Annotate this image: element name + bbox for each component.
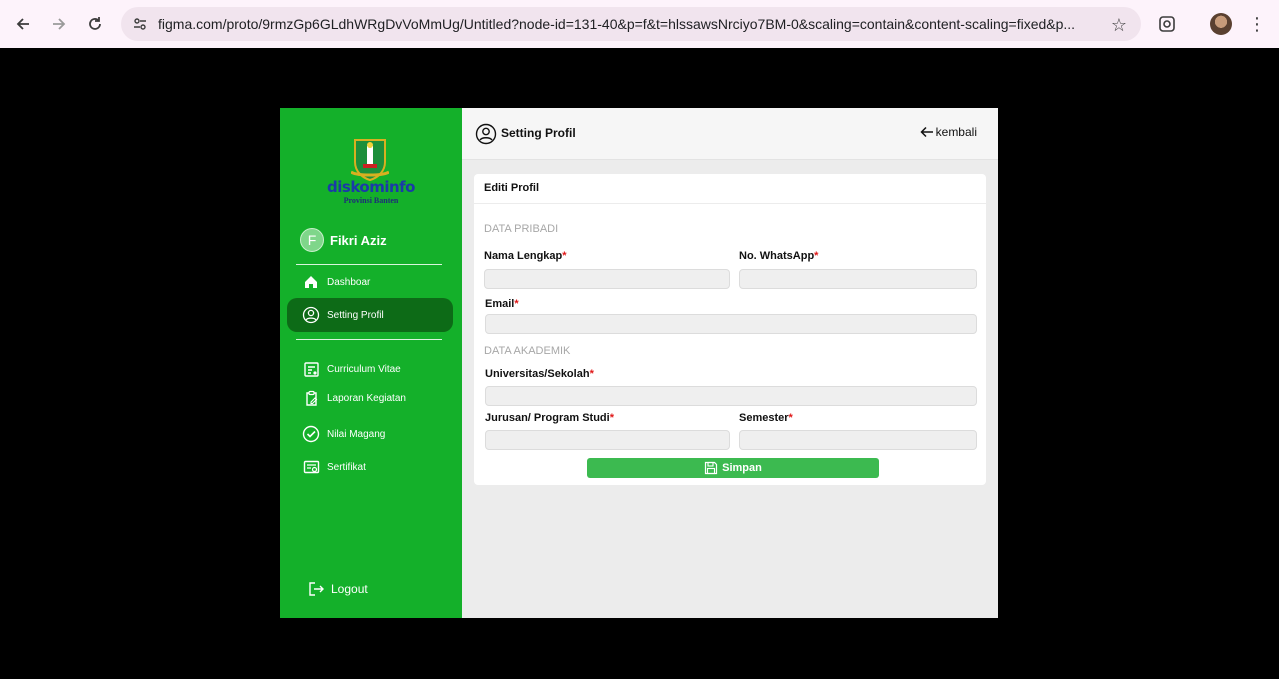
university-label-text: Universitas/Sekolah [485, 368, 590, 380]
sidebar-item-label: Nilai Magang [327, 428, 386, 440]
email-field[interactable] [485, 314, 977, 334]
full-name-label-text: Nama Lengkap [484, 250, 563, 262]
section-title-personal: DATA PRIBADI [484, 223, 559, 235]
save-button-label: Simpan [722, 462, 762, 474]
sidebar-item-sertifikat[interactable]: Sertifikat [287, 450, 453, 484]
semester-label: Semester* [739, 412, 793, 424]
edit-profile-card: Editi Profil DATA PRIBADI Nama Lengkap* … [474, 174, 986, 485]
card-header: Editi Profil [474, 174, 986, 204]
forward-arrow-icon[interactable] [47, 12, 71, 36]
url-text[interactable]: figma.com/proto/9rmzGp6GLdhWRgDvVoMmUg/U… [158, 16, 1103, 32]
sidebar-item-label: Curriculum Vitae [327, 363, 401, 375]
card-title: Editi Profil [484, 182, 539, 194]
email-label: Email* [485, 298, 519, 310]
home-icon [301, 272, 321, 292]
back-arrow-icon[interactable] [11, 12, 35, 36]
university-label: Universitas/Sekolah* [485, 368, 594, 380]
check-circle-icon [301, 424, 321, 444]
diskominfo-logo: diskominfo Provinsi Banten [325, 136, 417, 206]
sidebar-item-label: Dashboar [327, 276, 371, 288]
lens-icon[interactable] [1155, 12, 1179, 36]
major-label-text: Jurusan/ Program Studi [485, 412, 610, 424]
required-mark: * [814, 250, 819, 262]
user-circle-icon [301, 305, 321, 325]
sidebar-item-nilai-magang[interactable]: Nilai Magang [287, 417, 453, 451]
save-button[interactable]: Simpan [587, 458, 879, 478]
divider [296, 339, 442, 340]
full-name-field[interactable] [484, 269, 730, 289]
user-name: Fikri Aziz [330, 232, 387, 248]
major-field[interactable] [485, 430, 730, 450]
section-title-academic: DATA AKADEMIK [484, 345, 571, 357]
logo-province-text: Provinsi Banten [343, 196, 399, 205]
browser-toolbar: figma.com/proto/9rmzGp6GLdhWRgDvVoMmUg/U… [0, 0, 1279, 48]
sidebar-item-label: Laporan Kegiatan [327, 392, 406, 404]
semester-label-text: Semester [739, 412, 789, 424]
university-field[interactable] [485, 386, 977, 406]
whatsapp-field[interactable] [739, 269, 977, 289]
email-label-text: Email [485, 298, 515, 310]
certificate-icon [301, 457, 321, 477]
semester-field[interactable] [739, 430, 977, 450]
address-bar[interactable]: figma.com/proto/9rmzGp6GLdhWRgDvVoMmUg/U… [121, 7, 1141, 41]
logout-icon [309, 582, 324, 596]
major-label: Jurusan/ Program Studi* [485, 412, 614, 424]
clipboard-edit-icon [301, 388, 321, 408]
logo-brand-text: diskominfo [327, 178, 415, 196]
banten-emblem-icon [351, 139, 389, 182]
logout-label: Logout [331, 582, 368, 596]
user-profile: F Fikri Aziz [300, 227, 387, 253]
whatsapp-label-text: No. WhatsApp [739, 250, 815, 262]
logout-button[interactable]: Logout [307, 580, 368, 598]
page-title: Setting Profil [501, 126, 576, 140]
required-mark: * [514, 298, 519, 310]
required-mark: * [562, 250, 567, 262]
full-name-label: Nama Lengkap* [484, 250, 567, 262]
site-settings-icon[interactable] [132, 16, 148, 32]
sidebar-item-label: Sertifikat [327, 461, 366, 473]
floppy-disk-icon [705, 461, 718, 475]
bookmark-star-icon[interactable]: ☆ [1111, 15, 1127, 36]
required-mark: * [788, 412, 793, 424]
sidebar-item-laporan-kegiatan[interactable]: Laporan Kegiatan [287, 381, 453, 415]
page-header: Setting Profil kembali [462, 108, 998, 160]
profile-avatar[interactable] [1209, 12, 1233, 36]
arrow-left-icon [920, 126, 933, 138]
back-link[interactable]: kembali [920, 125, 977, 139]
required-mark: * [609, 412, 614, 424]
sidebar-item-dashboard[interactable]: Dashboar [287, 265, 453, 299]
avatar: F [300, 228, 324, 252]
app-frame: diskominfo Provinsi Banten F Fikri Aziz … [280, 108, 998, 618]
whatsapp-label: No. WhatsApp* [739, 250, 818, 262]
kebab-menu-icon[interactable]: ⋮ [1245, 12, 1269, 36]
sidebar-item-label: Setting Profil [327, 309, 384, 321]
reload-icon[interactable] [83, 12, 107, 36]
sidebar: diskominfo Provinsi Banten F Fikri Aziz … [280, 108, 462, 618]
back-link-label: kembali [935, 125, 977, 139]
sidebar-item-setting-profil[interactable]: Setting Profil [287, 298, 453, 332]
required-mark: * [589, 368, 594, 380]
user-circle-icon [475, 123, 497, 145]
cv-document-icon [301, 359, 321, 379]
